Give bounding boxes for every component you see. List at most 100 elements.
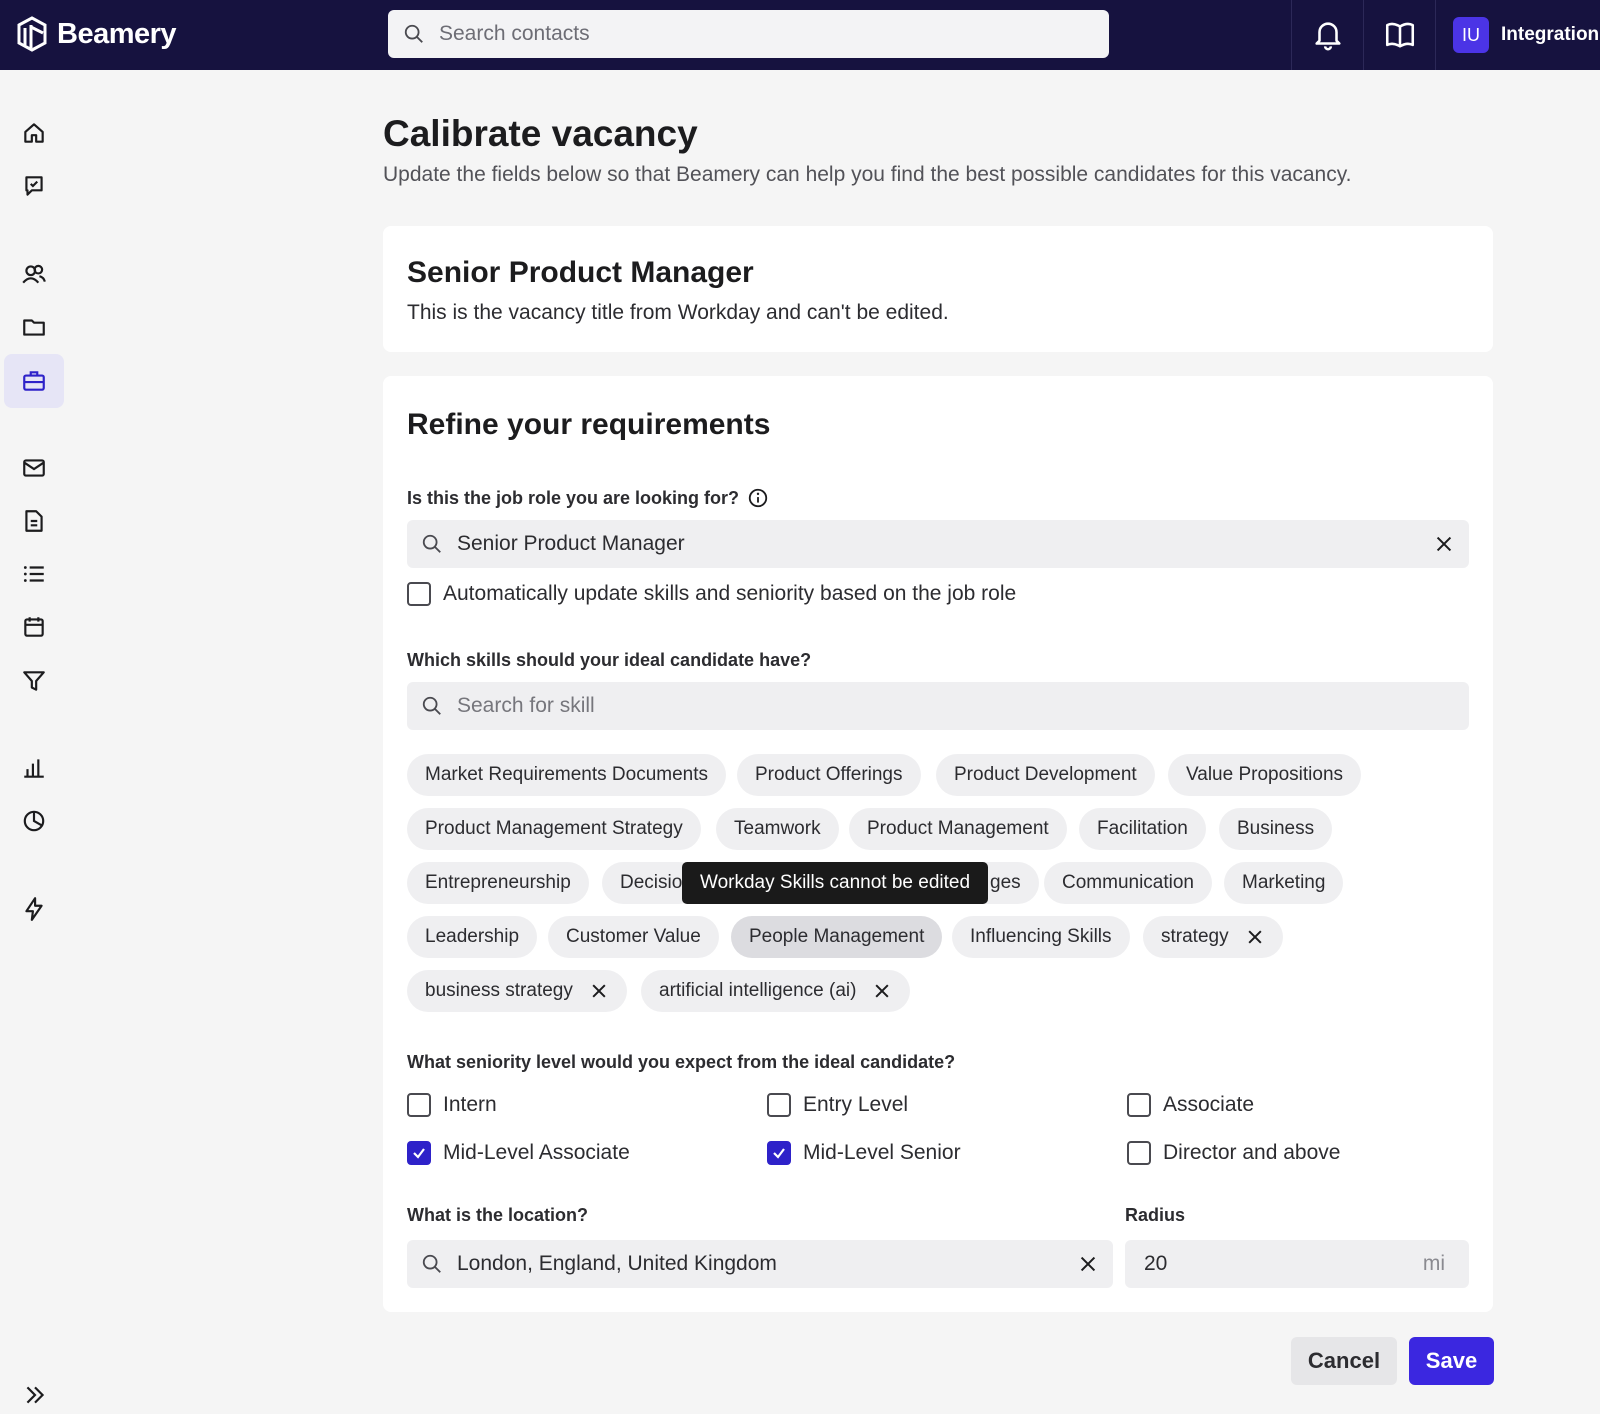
sidebar-item-automations[interactable] [4, 882, 64, 936]
contact-search-input[interactable]: Search contacts [388, 10, 1109, 58]
sidebar-item-documents[interactable] [4, 494, 64, 548]
pie-chart-icon [23, 810, 45, 832]
bell-icon [1314, 22, 1341, 51]
seniority-question: What seniority level would you expect fr… [407, 1052, 955, 1073]
info-icon[interactable] [747, 487, 769, 509]
skill-chip[interactable]: Leadership [407, 916, 538, 958]
seniority-associate[interactable]: Associate [1127, 1093, 1254, 1117]
location-question: What is the location? [407, 1205, 588, 1226]
save-button[interactable]: Save [1409, 1337, 1494, 1385]
skill-chip-label: Value Propositions [1186, 764, 1344, 785]
filter-icon [23, 671, 45, 691]
remove-skill-icon[interactable] [589, 981, 609, 1001]
requirements-heading: Refine your requirements [407, 408, 771, 441]
skill-chip-label: business strategy [425, 980, 573, 1001]
skill-chip[interactable]: Value Propositions [1168, 754, 1362, 796]
radius-input[interactable]: 20 mi [1125, 1240, 1469, 1288]
skill-chip-removable[interactable]: strategy [1143, 916, 1283, 958]
remove-skill-icon[interactable] [1245, 927, 1265, 947]
beamery-logo[interactable]: Beamery [15, 15, 177, 53]
location-input[interactable]: London, England, United Kingdom [407, 1240, 1113, 1288]
seniority-intern[interactable]: Intern [407, 1093, 497, 1117]
skill-chip[interactable]: Product Offerings [737, 754, 921, 796]
user-menu[interactable]: IU Integration [1435, 0, 1599, 70]
sidebar-item-calendar[interactable] [4, 600, 64, 654]
folder-icon [23, 319, 45, 336]
help-docs-button[interactable] [1363, 0, 1435, 70]
skill-chip[interactable]: Marketing [1224, 862, 1344, 904]
skill-chip-removable[interactable]: business strategy [407, 970, 627, 1012]
skills-label: Which skills should your ideal candidate… [407, 650, 812, 670]
sidebar-item-reports[interactable] [4, 741, 64, 795]
skill-chip[interactable]: Product Management [849, 808, 1067, 850]
skill-chip-label: Product Management Strategy [425, 818, 683, 839]
expand-sidebar-icon[interactable] [22, 1382, 48, 1408]
skill-chip[interactable]: Business [1219, 808, 1333, 850]
skill-search-input[interactable]: Search for skill [407, 682, 1469, 730]
remove-skill-icon[interactable] [872, 981, 892, 1001]
checkmark-icon [773, 1148, 785, 1159]
clear-job-role-icon[interactable] [1433, 533, 1455, 555]
seniority-mid-level-associate[interactable]: Mid-Level Associate [407, 1141, 630, 1165]
seniority-label-entry-level: Entry Level [803, 1093, 909, 1116]
seniority-entry-level-box[interactable] [767, 1093, 791, 1117]
skill-chip[interactable]: Facilitation [1079, 808, 1206, 850]
skill-chip[interactable]: Entrepreneurship [407, 862, 589, 904]
clear-location-icon[interactable] [1077, 1253, 1099, 1275]
sidebar [0, 70, 70, 1414]
skill-chip-label: Business [1237, 818, 1315, 839]
calendar-icon [24, 617, 44, 637]
skill-chip[interactable]: Teamwork [716, 808, 839, 850]
sidebar-item-lists[interactable] [4, 547, 64, 601]
sidebar-item-home[interactable] [4, 106, 64, 160]
skill-chip-label: Product Management [867, 818, 1049, 839]
seniority-entry-level[interactable]: Entry Level [767, 1093, 908, 1117]
vacancy-title: Senior Product Manager [407, 256, 754, 289]
location-value: London, England, United Kingdom [457, 1252, 777, 1275]
search-icon [422, 534, 441, 553]
seniority-label-intern: Intern [443, 1093, 497, 1116]
seniority-director-and-above[interactable]: Director and above [1127, 1141, 1340, 1165]
auto-update-checkbox-box[interactable] [407, 582, 431, 606]
sidebar-item-analytics[interactable] [4, 794, 64, 848]
skill-chip-label: Marketing [1242, 872, 1326, 893]
sidebar-item-folders[interactable] [4, 300, 64, 354]
skill-chip[interactable]: Customer Value [548, 916, 719, 958]
vacancy-note: This is the vacancy title from Workday a… [407, 301, 949, 324]
seniority-associate-box[interactable] [1127, 1093, 1151, 1117]
seniority-mid-level-senior[interactable]: Mid-Level Senior [767, 1141, 961, 1165]
job-role-input[interactable]: Senior Product Manager [407, 520, 1469, 568]
skill-chip-removable[interactable]: artificial intelligence (ai) [641, 970, 911, 1012]
job-role-value: Senior Product Manager [457, 532, 685, 555]
skill-chip-label: Influencing Skills [970, 926, 1112, 947]
skill-chip[interactable]: Product Management Strategy [407, 808, 701, 850]
auto-update-checkbox[interactable]: Automatically update skills and seniorit… [407, 582, 1016, 606]
vacancy-card: Senior Product Manager This is the vacan… [383, 226, 1493, 352]
seniority-director-and-above-box[interactable] [1127, 1141, 1151, 1165]
skill-chip[interactable]: Product Development [936, 754, 1155, 796]
top-bar: Beamery Search contacts IU Integration [0, 0, 1600, 70]
skill-chip[interactable]: Communication [1044, 862, 1212, 904]
tasks-icon [25, 176, 43, 196]
seniority-mid-level-senior-box[interactable] [767, 1141, 791, 1165]
skill-chip[interactable]: Influencing Skills [952, 916, 1130, 958]
avatar: IU [1453, 17, 1489, 53]
cancel-button[interactable]: Cancel [1291, 1337, 1397, 1385]
sidebar-item-tasks[interactable] [4, 159, 64, 213]
skill-chip[interactable]: People Management [731, 916, 943, 958]
book-icon [1385, 22, 1414, 48]
notifications-button[interactable] [1291, 0, 1363, 70]
radius-question: Radius [1125, 1205, 1185, 1226]
job-role-question: Is this the job role you are looking for… [407, 487, 769, 509]
sidebar-item-filters[interactable] [4, 654, 64, 708]
skill-chip[interactable]: Market Requirements Documents [407, 754, 726, 796]
skills-question: Which skills should your ideal candidate… [407, 650, 811, 671]
sidebar-item-vacancies[interactable] [4, 354, 64, 408]
sidebar-item-contacts[interactable] [4, 247, 64, 301]
document-icon [25, 510, 43, 532]
seniority-mid-level-associate-box[interactable] [407, 1141, 431, 1165]
skill-chip-label: Facilitation [1097, 818, 1188, 839]
sidebar-item-mail[interactable] [4, 441, 64, 495]
skill-chip-label: Decisio [620, 872, 683, 893]
seniority-intern-box[interactable] [407, 1093, 431, 1117]
